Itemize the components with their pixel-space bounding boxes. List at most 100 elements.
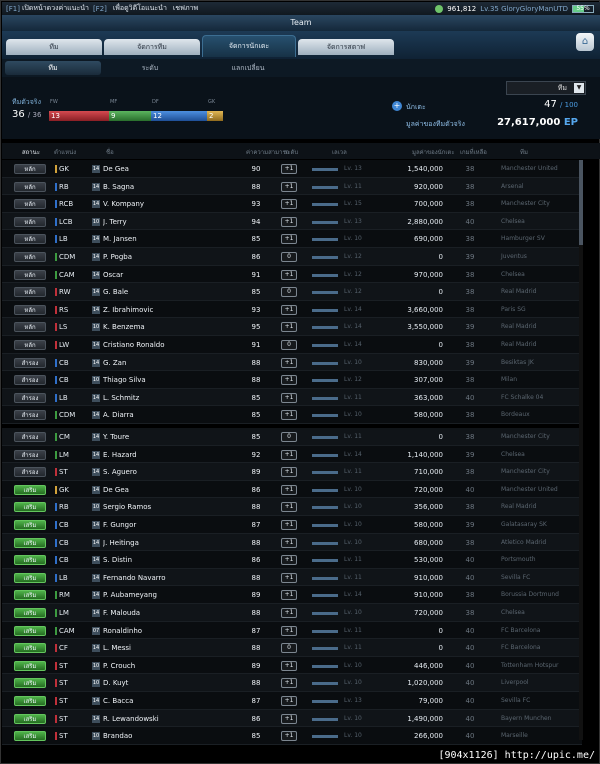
table-row[interactable]: เสริม ST 10 Brandao 85 +1 Lv. 10 266,000 40 Marse…: [2, 727, 582, 745]
player-name[interactable]: De Gea: [103, 485, 233, 495]
header-level[interactable]: ระดับ: [284, 147, 298, 157]
table-row[interactable]: เสริม GK 14 De Gea 86 +1 Lv. 10 720,000 40 Manche…: [2, 480, 582, 499]
add-player-icon[interactable]: +: [392, 101, 402, 111]
status-badge[interactable]: เสริม: [14, 572, 46, 583]
table-row[interactable]: เสริม LB 14 Fernando Navarro 88 +1 Lv. 11 910,0…: [2, 568, 582, 587]
player-name[interactable]: C. Bacca: [103, 696, 233, 706]
subtab-level[interactable]: ระดับ: [102, 61, 198, 75]
player-name[interactable]: F. Malouda: [103, 608, 233, 618]
table-row[interactable]: เสริม ST 10 P. Crouch 89 +1 Lv. 10 446,000 40 Tot…: [2, 656, 582, 675]
status-badge[interactable]: เสริม: [14, 502, 46, 513]
status-badge[interactable]: เสริม: [14, 537, 46, 548]
player-name[interactable]: J. Terry: [103, 217, 233, 227]
player-name[interactable]: Y. Toure: [103, 432, 233, 442]
table-row[interactable]: หลัก RW 14 G. Bale 85 0 Lv. 12 0 38 Real Madrid: [2, 283, 582, 301]
player-name[interactable]: S. Distin: [103, 555, 233, 565]
help-link[interactable]: เปิดหน้าดวงค่าแนะนำ: [22, 3, 89, 14]
table-row[interactable]: สำรอง ST 14 S. Aguero 89 +1 Lv. 11 710,000 38 Man…: [2, 463, 582, 481]
status-badge[interactable]: เสริม: [14, 484, 46, 495]
table-row[interactable]: หลัก RB 14 B. Sagna 88 +1 Lv. 11 920,000 38 Arsen…: [2, 177, 582, 196]
table-row[interactable]: หลัก LW 14 Cristiano Ronaldo 91 0 Lv. 14 0 38 Rea…: [2, 336, 582, 354]
header-salary[interactable]: เกมที่เหลือ: [460, 147, 487, 157]
player-name[interactable]: G. Bale: [103, 287, 233, 297]
tab-manage-team[interactable]: จัดการทีม: [104, 39, 200, 55]
scrollbar[interactable]: [579, 160, 583, 740]
player-name[interactable]: Sergio Ramos: [103, 502, 233, 512]
status-badge[interactable]: หลัก: [14, 287, 46, 298]
subtab-team[interactable]: ทีม: [5, 61, 101, 75]
player-name[interactable]: J. Heitinga: [103, 538, 233, 548]
header-position[interactable]: ตำแหน่ง: [54, 147, 76, 157]
status-badge[interactable]: สำรอง: [14, 375, 46, 386]
player-name[interactable]: L. Schmitz: [103, 393, 233, 403]
player-name[interactable]: A. Diarra: [103, 410, 233, 420]
table-row[interactable]: สำรอง CM 14 Y. Toure 85 0 Lv. 11 0 38 Manchester …: [2, 428, 582, 446]
table-row[interactable]: สำรอง CB 10 Thiago Silva 88 +1 Lv. 12 307,000 38…: [2, 371, 582, 389]
status-badge[interactable]: หลัก: [14, 340, 46, 350]
table-row[interactable]: หลัก GK 14 De Gea 90 +1 Lv. 13 1,540,000 38 Manch…: [2, 160, 582, 178]
status-badge[interactable]: หลัก: [14, 304, 46, 315]
status-badge[interactable]: เสริม: [14, 643, 46, 654]
status-badge[interactable]: สำรอง: [14, 392, 46, 403]
table-row[interactable]: เสริม RM 14 P. Aubameyang 89 +1 Lv. 14 910,000 3…: [2, 586, 582, 604]
player-name[interactable]: S. Aguero: [103, 467, 233, 477]
status-badge[interactable]: เสริม: [14, 555, 46, 566]
table-row[interactable]: เสริม ST 14 R. Lewandowski 86 +1 Lv. 10 1,490,0…: [2, 709, 582, 728]
status-badge[interactable]: เสริม: [14, 608, 46, 618]
player-name[interactable]: P. Pogba: [103, 252, 233, 262]
player-name[interactable]: P. Aubameyang: [103, 590, 233, 600]
header-ovr[interactable]: ค่าความสามารถ: [246, 147, 289, 157]
player-name[interactable]: B. Sagna: [103, 182, 233, 192]
status-badge[interactable]: เสริม: [14, 713, 46, 724]
home-icon[interactable]: ⌂: [576, 33, 594, 51]
status-badge[interactable]: หลัก: [14, 252, 46, 262]
table-row[interactable]: สำรอง LB 14 L. Schmitz 85 +1 Lv. 11 363,000 40 FC…: [2, 388, 582, 407]
table-row[interactable]: เสริม CB 14 J. Heitinga 88 +1 Lv. 10 680,000 38 A…: [2, 533, 582, 552]
header-exp[interactable]: เลเวล: [332, 147, 347, 157]
player-name[interactable]: V. Kompany: [103, 199, 233, 209]
status-badge[interactable]: เสริม: [14, 520, 46, 530]
status-badge[interactable]: หลัก: [14, 234, 46, 245]
table-row[interactable]: เสริม RB 10 Sergio Ramos 88 +1 Lv. 10 356,000 38…: [2, 498, 582, 516]
player-name[interactable]: L. Messi: [103, 643, 233, 653]
table-row[interactable]: หลัก CAM 14 Oscar 91 +1 Lv. 12 970,000 38 Chelsea: [2, 265, 582, 284]
header-name[interactable]: ชื่อ: [106, 147, 114, 157]
scrollbar-thumb[interactable]: [579, 160, 583, 245]
status-badge[interactable]: เสริม: [14, 590, 46, 601]
tab-manage-players[interactable]: จัดการนักเตะ: [202, 35, 296, 57]
tab-manage-staff[interactable]: จัดการสตาฟ: [298, 39, 394, 55]
table-row[interactable]: สำรอง LM 14 E. Hazard 92 +1 Lv. 14 1,140,000 39 C…: [2, 445, 582, 464]
status-badge[interactable]: หลัก: [14, 181, 46, 192]
table-row[interactable]: เสริม ST 10 D. Kuyt 88 +1 Lv. 10 1,020,000 40 Liv…: [2, 674, 582, 692]
player-name[interactable]: R. Lewandowski: [103, 714, 233, 724]
header-price[interactable]: มูลค่าของนักเตะ: [412, 147, 455, 157]
player-name[interactable]: Oscar: [103, 270, 233, 280]
player-name[interactable]: Thiago Silva: [103, 375, 233, 385]
table-row[interactable]: หลัก RS 14 Z. Ibrahimovic 93 +1 Lv. 14 3,660,00…: [2, 300, 582, 319]
status-badge[interactable]: เสริม: [14, 678, 46, 689]
player-name[interactable]: Z. Ibrahimovic: [103, 305, 233, 315]
status-badge[interactable]: เสริม: [14, 660, 46, 671]
status-badge[interactable]: สำรอง: [14, 410, 46, 421]
tutorial-video-link[interactable]: เพื่อดูวิดีโอแนะนำ: [113, 3, 167, 14]
status-badge[interactable]: สำรอง: [14, 357, 46, 368]
player-name[interactable]: Brandao: [103, 731, 233, 741]
status-badge[interactable]: หลัก: [14, 322, 46, 333]
status-badge[interactable]: สำรอง: [14, 449, 46, 460]
table-row[interactable]: หลัก LB 14 M. Jansen 85 +1 Lv. 10 690,000 38 Hamb…: [2, 230, 582, 248]
header-status[interactable]: สถานะ: [22, 147, 40, 157]
status-badge[interactable]: สำรอง: [14, 467, 46, 478]
table-row[interactable]: เสริม ST 14 C. Bacca 87 +1 Lv. 13 79,000 40 Sevil…: [2, 692, 582, 710]
subtab-exchange[interactable]: แลกเปลี่ยน: [200, 61, 296, 75]
table-row[interactable]: เสริม CF 14 L. Messi 88 0 Lv. 11 0 40 FC Barcelon…: [2, 639, 582, 657]
player-name[interactable]: K. Benzema: [103, 322, 233, 332]
table-row[interactable]: หลัก CDM 14 P. Pogba 86 0 Lv. 12 0 39 Juventus: [2, 248, 582, 266]
table-row[interactable]: สำรอง CB 14 G. Zan 88 +1 Lv. 10 830,000 39 Besikt…: [2, 353, 582, 372]
status-badge[interactable]: หลัก: [14, 269, 46, 280]
player-name[interactable]: D. Kuyt: [103, 678, 233, 688]
player-name[interactable]: Cristiano Ronaldo: [103, 340, 233, 350]
table-row[interactable]: เสริม LM 14 F. Malouda 88 +1 Lv. 10 720,000 38 Ch…: [2, 604, 582, 622]
table-row[interactable]: หลัก LS 10 K. Benzema 95 +1 Lv. 14 3,550,000 39 R…: [2, 318, 582, 336]
player-name[interactable]: E. Hazard: [103, 450, 233, 460]
status-badge[interactable]: เสริม: [14, 731, 46, 742]
